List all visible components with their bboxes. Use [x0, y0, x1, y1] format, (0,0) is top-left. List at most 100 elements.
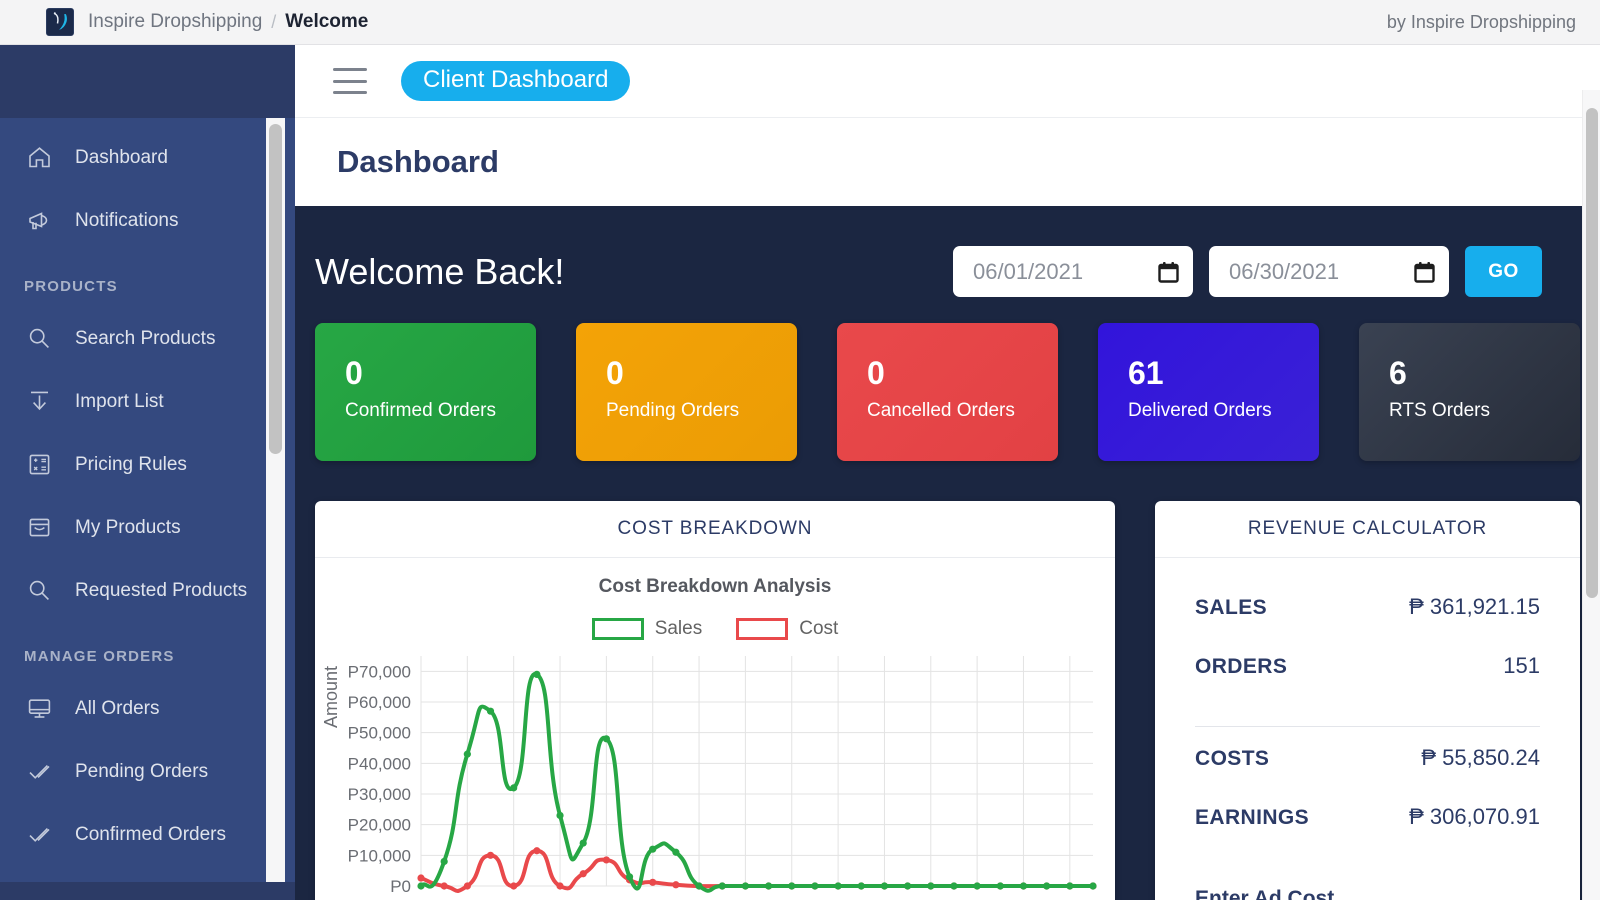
- calendar-icon[interactable]: [1158, 261, 1179, 283]
- stat-label: Cancelled Orders: [867, 400, 1058, 422]
- chart-point-sales: [441, 858, 448, 865]
- revenue-calculator-header: REVENUE CALCULATOR: [1155, 501, 1580, 558]
- stat-value: 6: [1389, 357, 1580, 389]
- chart-y-tick-label: P60,000: [348, 693, 411, 712]
- chart-point-sales: [580, 839, 587, 846]
- go-button[interactable]: GO: [1465, 246, 1542, 297]
- sidebar-item-label: Pending Orders: [75, 761, 208, 783]
- panels-row: COST BREAKDOWN Cost Breakdown Analysis S…: [295, 461, 1600, 900]
- sidebar-item-dashboard[interactable]: Dashboard: [0, 126, 295, 189]
- cost-breakdown-panel: COST BREAKDOWN Cost Breakdown Analysis S…: [315, 501, 1115, 900]
- chart-legend: Sales Cost: [315, 618, 1115, 640]
- stat-card-cancelled-orders[interactable]: 0 Cancelled Orders: [837, 323, 1058, 461]
- revenue-row: COSTS₱ 55,850.24: [1195, 745, 1540, 804]
- stat-card-pending-orders[interactable]: 0Pending Orders: [576, 323, 797, 461]
- sidebar-item-notifications[interactable]: Notifications: [0, 189, 295, 252]
- breadcrumb-root[interactable]: Inspire Dropshipping: [88, 11, 262, 33]
- stat-value: 0: [345, 357, 536, 389]
- date-from-input[interactable]: 06/01/2021: [953, 246, 1193, 297]
- hamburger-icon[interactable]: [333, 68, 367, 94]
- revenue-row-label: COSTS: [1195, 747, 1269, 771]
- chart-point-sales: [672, 849, 679, 856]
- legend-swatch: [736, 618, 788, 640]
- page-scrollbar-thumb[interactable]: [1586, 108, 1598, 598]
- chart-point-cost: [441, 882, 448, 889]
- page-scrollbar[interactable]: [1582, 90, 1600, 900]
- search-icon: [24, 324, 54, 354]
- sidebar-item-confirmed-orders[interactable]: Confirmed Orders: [0, 803, 295, 866]
- chart-point-cost: [649, 879, 656, 886]
- chart-point-cost: [580, 870, 587, 877]
- stat-label: Pending Orders: [606, 400, 797, 422]
- sidebar-item-pricing-rules[interactable]: Pricing Rules: [0, 433, 295, 496]
- breadcrumb: Inspire Dropshipping / Welcome: [88, 11, 368, 33]
- home-icon: [24, 143, 54, 173]
- stat-card-delivered-orders[interactable]: 61Delivered Orders: [1098, 323, 1319, 461]
- legend-entry[interactable]: Cost: [736, 618, 838, 640]
- chart-y-tick-label: P50,000: [348, 724, 411, 743]
- sidebar-scrollbar-thumb[interactable]: [269, 124, 282, 454]
- search-icon: [24, 576, 54, 606]
- chart-point-sales: [950, 882, 957, 889]
- revenue-row-label: SALES: [1195, 596, 1267, 620]
- revenue-row: ORDERS151: [1195, 653, 1540, 712]
- chart-point-sales: [1020, 882, 1027, 889]
- chart-point-cost: [556, 882, 563, 889]
- check-icon: [24, 820, 54, 850]
- cost-breakdown-header: COST BREAKDOWN: [315, 501, 1115, 558]
- sidebar-scrollbar[interactable]: [266, 118, 285, 900]
- sidebar-item-my-products[interactable]: My Products: [0, 496, 295, 559]
- stat-value: 0: [867, 357, 1058, 389]
- sidebar-item-all-orders[interactable]: All Orders: [0, 677, 295, 740]
- client-dashboard-badge[interactable]: Client Dashboard: [401, 61, 630, 101]
- chart-point-sales: [417, 882, 424, 889]
- sidebar-item-import-list[interactable]: Import List: [0, 370, 295, 433]
- chart-point-sales: [487, 708, 494, 715]
- chart-y-tick-label: P10,000: [348, 846, 411, 865]
- chart-point-sales: [858, 882, 865, 889]
- chart-point-sales: [788, 882, 795, 889]
- download-icon: [24, 387, 54, 417]
- welcome-row: Welcome Back! 06/01/2021: [295, 206, 1600, 323]
- stat-card-confirmed-orders[interactable]: 0Confirmed Orders: [315, 323, 536, 461]
- date-from-value: 06/01/2021: [973, 259, 1158, 285]
- legend-entry[interactable]: Sales: [592, 618, 703, 640]
- page-title: Dashboard: [337, 144, 499, 180]
- sidebar-item-search-products[interactable]: Search Products: [0, 307, 295, 370]
- sidebar-item-label: Import List: [75, 391, 164, 413]
- sidebar-item-requested-products[interactable]: Requested Products: [0, 559, 295, 622]
- chart-y-tick-label: P70,000: [348, 662, 411, 681]
- sidebar-item-pending-orders[interactable]: Pending Orders: [0, 740, 295, 803]
- breadcrumb-separator: /: [271, 12, 276, 33]
- chart-point-cost: [603, 856, 610, 863]
- topbar: Inspire Dropshipping / Welcome by Inspir…: [0, 0, 1600, 45]
- date-to-input[interactable]: 06/30/2021: [1209, 246, 1449, 297]
- welcome-heading: Welcome Back!: [315, 251, 564, 293]
- legend-label: Cost: [799, 618, 838, 640]
- revenue-row-label: ORDERS: [1195, 655, 1287, 679]
- chart-line-sales: [421, 674, 1093, 891]
- calendar-icon[interactable]: [1414, 261, 1435, 283]
- revenue-row-value: ₱ 306,070.91: [1409, 804, 1540, 830]
- chart-y-tick-label: P40,000: [348, 754, 411, 773]
- sidebar-item-label: My Products: [75, 517, 181, 539]
- chart-point-cost: [533, 847, 540, 854]
- sidebar-item-label: Dashboard: [75, 147, 168, 169]
- chart-point-sales: [1089, 882, 1096, 889]
- revenue-row-value: ₱ 361,921.15: [1409, 594, 1540, 620]
- chart-plot-area: Amount P0P10,000P20,000P30,000P40,000P50…: [315, 650, 1115, 900]
- chart-y-tick-label: P0: [390, 877, 411, 896]
- revenue-calculator-panel: REVENUE CALCULATOR SALES ₱ 361,921.15 ORDE…: [1155, 501, 1580, 900]
- chart-point-sales: [881, 882, 888, 889]
- stat-label: RTS Orders: [1389, 400, 1580, 422]
- revenue-row-label: EARNINGS: [1195, 806, 1309, 830]
- sidebar-item-label: All Orders: [75, 698, 159, 720]
- sidebar-footer: [0, 882, 295, 900]
- chart-title: Cost Breakdown Analysis: [315, 576, 1115, 598]
- chart-point-sales: [997, 882, 1004, 889]
- monitor-icon: [24, 694, 54, 724]
- sidebar-item-label: Confirmed Orders: [75, 824, 226, 846]
- sidebar-scroll-area[interactable]: DashboardNotificationsPRODUCTSSearch Pro…: [0, 118, 295, 900]
- stat-card-rts-orders[interactable]: 6 RTS Orders: [1359, 323, 1580, 461]
- chart-point-sales: [464, 751, 471, 758]
